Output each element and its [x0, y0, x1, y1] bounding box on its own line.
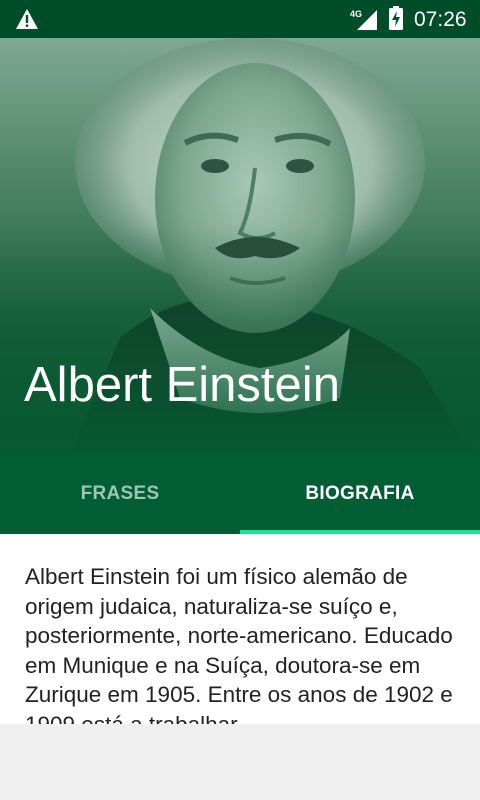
- status-bar: 4G 07:26: [0, 0, 480, 38]
- bottom-area: [0, 724, 480, 800]
- status-time: 07:26: [414, 8, 467, 31]
- tab-bar: FRASES BIOGRAFIA: [0, 453, 480, 534]
- tab-frases[interactable]: FRASES: [0, 453, 240, 534]
- battery-charging-icon: [389, 6, 403, 30]
- biography-text: Albert Einstein foi um físico alemão de …: [25, 564, 453, 724]
- signal-icon: 4G: [350, 9, 377, 30]
- page-title: Albert Einstein: [24, 358, 340, 412]
- header-hero: Albert Einstein: [0, 38, 480, 453]
- warning-icon: [16, 9, 38, 29]
- tab-biografia[interactable]: BIOGRAFIA: [240, 453, 480, 534]
- network-type-label: 4G: [350, 9, 362, 19]
- biography-content[interactable]: Albert Einstein foi um físico alemão de …: [0, 534, 480, 724]
